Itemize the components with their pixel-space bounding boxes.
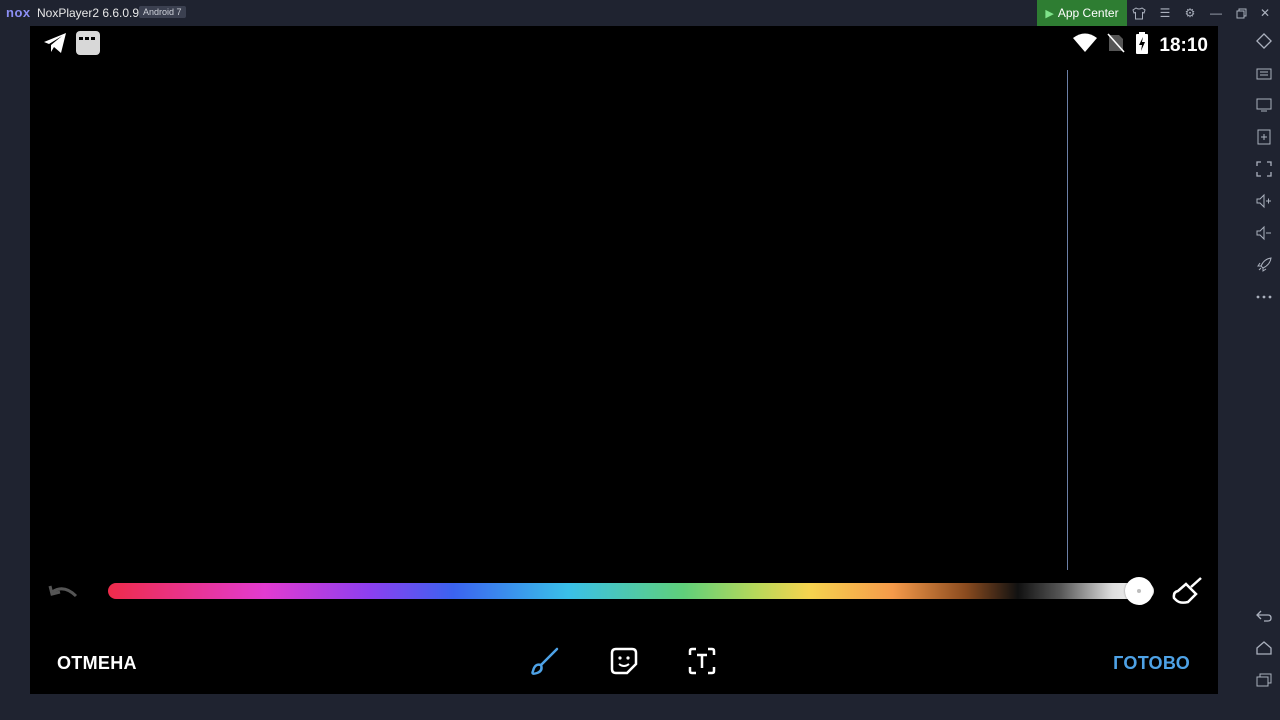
back-icon[interactable] xyxy=(1254,606,1274,626)
restore-icon[interactable] xyxy=(1232,4,1250,22)
gear-icon[interactable]: ⚙ xyxy=(1181,4,1199,22)
telegram-icon xyxy=(43,32,67,59)
app-title: NoxPlayer2 6.6.0.9 xyxy=(37,6,140,20)
android-screen: 18:10 ОТМЕНА ГОТОВО xyxy=(30,26,1218,694)
recent-apps-icon[interactable] xyxy=(1254,670,1274,690)
color-slider[interactable] xyxy=(108,583,1154,599)
nox-logo: nox xyxy=(6,5,31,20)
battery-charging-icon xyxy=(1135,32,1149,59)
volume-down-icon[interactable] xyxy=(1254,223,1274,243)
app-center-label: App Center xyxy=(1057,6,1119,20)
notification-app-icon xyxy=(76,31,100,55)
minimize-icon[interactable]: — xyxy=(1207,4,1225,22)
done-button[interactable]: ГОТОВО xyxy=(1113,653,1190,674)
rotate-icon[interactable] xyxy=(1254,31,1274,51)
shirt-icon[interactable] xyxy=(1130,4,1148,22)
keyboard-icon[interactable] xyxy=(1254,63,1274,83)
sticker-icon[interactable] xyxy=(607,644,641,678)
rocket-icon[interactable] xyxy=(1254,255,1274,275)
home-icon[interactable] xyxy=(1254,638,1274,658)
brush-icon[interactable] xyxy=(528,644,562,678)
color-slider-knob[interactable] xyxy=(1125,577,1153,605)
cancel-button[interactable]: ОТМЕНА xyxy=(57,653,137,674)
screen-record-icon[interactable] xyxy=(1254,95,1274,115)
drawing-stroke xyxy=(1067,70,1068,570)
undo-icon[interactable] xyxy=(48,582,80,607)
eraser-icon[interactable] xyxy=(1171,577,1203,610)
fullscreen-icon[interactable] xyxy=(1254,159,1274,179)
play-store-icon: ▶ xyxy=(1045,7,1054,20)
more-icon[interactable] xyxy=(1254,287,1274,307)
status-bar-right: 18:10 xyxy=(1073,32,1208,59)
android-version-badge: Android 7 xyxy=(139,6,186,18)
app-center-button[interactable]: ▶ App Center xyxy=(1037,0,1127,26)
add-apk-icon[interactable] xyxy=(1254,127,1274,147)
menu-icon[interactable]: ☰ xyxy=(1156,4,1174,22)
status-clock: 18:10 xyxy=(1159,34,1208,56)
close-icon[interactable]: ✕ xyxy=(1256,4,1274,22)
no-sim-icon xyxy=(1107,33,1125,58)
volume-up-icon[interactable] xyxy=(1254,191,1274,211)
text-icon[interactable] xyxy=(685,644,719,678)
wifi-icon xyxy=(1073,33,1098,58)
emulator-titlebar: nox NoxPlayer2 6.6.0.9 Android 7 ▶ App C… xyxy=(0,0,1280,26)
